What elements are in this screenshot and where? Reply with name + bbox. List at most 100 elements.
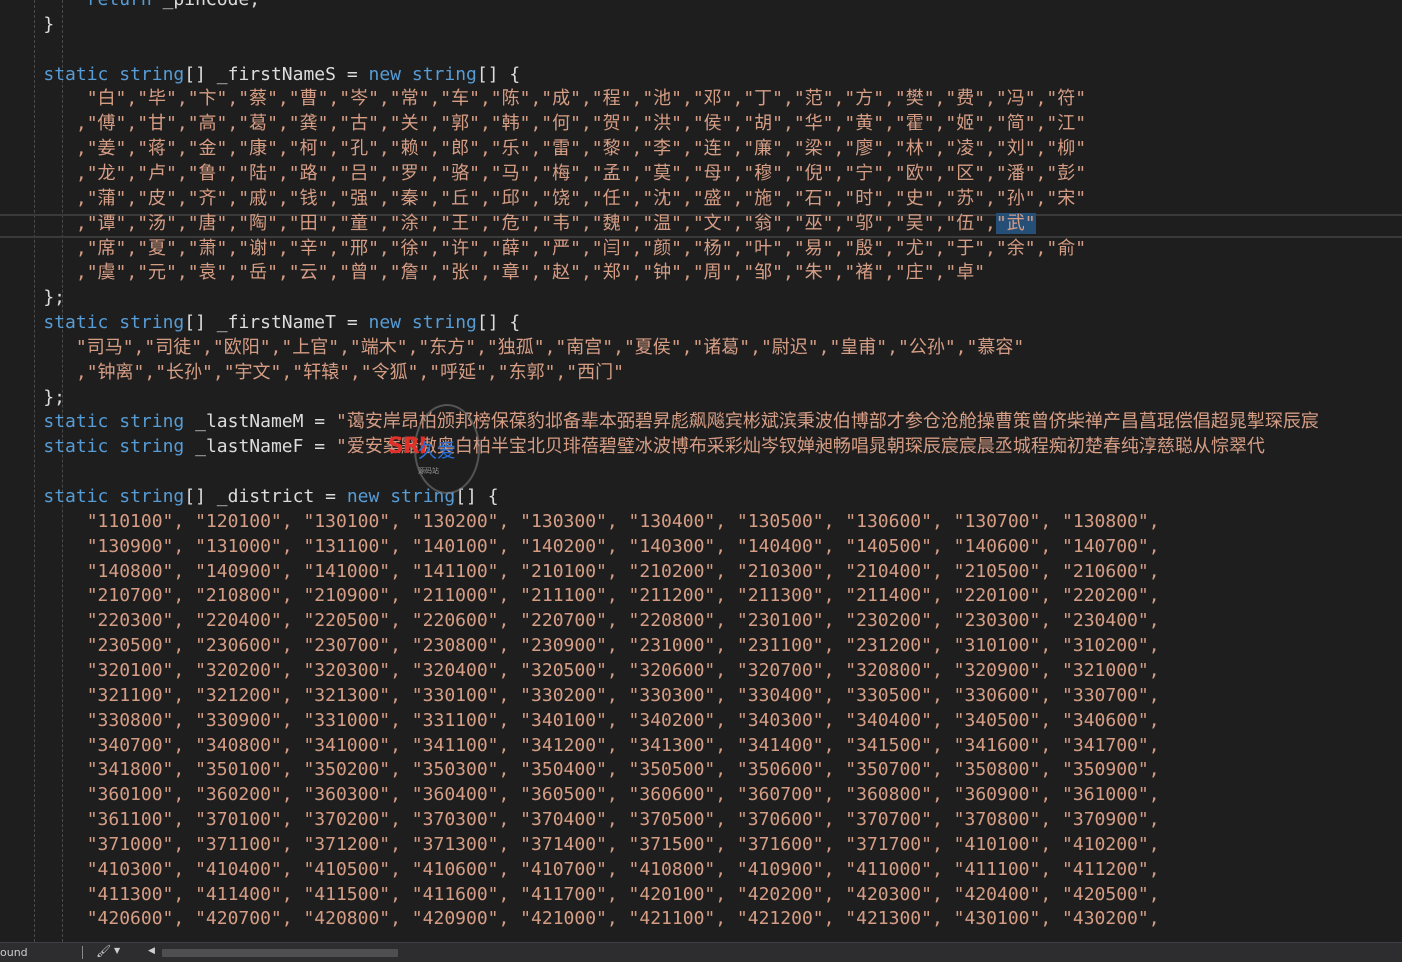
code-line[interactable]: "361100", "370100", "370200", "370300", …: [0, 808, 1160, 832]
broom-icon[interactable]: 🖌: [96, 944, 111, 958]
code-token: "360100", "360200", "360300", "360400", …: [86, 784, 1160, 805]
code-line[interactable]: static string[] _firstNameT = new string…: [0, 311, 520, 335]
code-line[interactable]: "411300", "411400", "411500", "411600", …: [0, 883, 1160, 907]
code-token: "110100", "120100", "130100", "130200", …: [86, 511, 1160, 532]
code-token: string: [119, 436, 185, 457]
code-token: [] _firstNameT =: [184, 312, 369, 333]
code-token: "410300", "410400", "410500", "410600", …: [86, 859, 1160, 880]
code-line[interactable]: ,"虞","元","袁","岳","云","曾","詹","张","章","赵"…: [0, 261, 985, 285]
code-token: string: [390, 486, 456, 507]
code-token: ,"傅","甘","高","葛","龚","古","关","郭","韩","何"…: [75, 113, 1087, 134]
code-line[interactable]: }: [0, 13, 54, 37]
code-line[interactable]: "320100", "320200", "320300", "320400", …: [0, 659, 1160, 683]
code-token: return: [87, 0, 152, 10]
code-token: _lastNameM =: [184, 411, 336, 432]
code-token: "130900", "131000", "131100", "140100", …: [86, 536, 1160, 557]
code-line[interactable]: "230500", "230600", "230700", "230800", …: [0, 634, 1160, 658]
code-token: ,"钟离","长孙","宇文","轩辕","令狐","呼延","东郭","西门": [75, 362, 624, 383]
horizontal-scrollbar-thumb[interactable]: [162, 949, 398, 957]
code-token: new: [368, 64, 402, 85]
code-line[interactable]: "210700", "210800", "210900", "211000", …: [0, 584, 1160, 608]
code-line[interactable]: ,"龙","卢","鲁","陆","路","吕","罗","骆","马","梅"…: [0, 162, 1086, 186]
code-line[interactable]: ,"钟离","长孙","宇文","轩辕","令狐","呼延","东郭","西门": [0, 361, 624, 385]
status-text: ound: [0, 946, 28, 959]
code-token: "420600", "420700", "420800", "420900", …: [86, 908, 1160, 929]
code-line[interactable]: static string[] _district = new string[]…: [0, 485, 499, 509]
code-line[interactable]: "白","毕","卞","蔡","曹","岑","常","车","陈","成",…: [0, 87, 1086, 111]
chevron-down-icon[interactable]: ▼: [114, 946, 120, 955]
code-line[interactable]: static string _lastNameF = "爱安案黯傲奥白柏半宝北贝…: [0, 435, 1264, 459]
code-token: };: [0, 287, 66, 308]
code-line[interactable]: ,"蒲","皮","齐","戚","钱","强","秦","丘","邱","饶"…: [0, 187, 1086, 211]
code-line[interactable]: static string[] _firstNameS = new string…: [0, 63, 520, 87]
code-line[interactable]: };: [0, 286, 65, 310]
code-line[interactable]: "110100", "120100", "130100", "130200", …: [0, 510, 1160, 534]
code-token: [] {: [455, 486, 499, 507]
code-line[interactable]: ,"姜","蒋","金","康","柯","孔","赖","郎","乐","雷"…: [0, 137, 1086, 161]
code-line[interactable]: "330800", "330900", "331000", "331100", …: [0, 709, 1160, 733]
code-line[interactable]: ,"席","夏","萧","谢","辛","邢","徐","许","薛","严"…: [0, 237, 1086, 261]
code-line[interactable]: "340700", "340800", "341000", "341100", …: [0, 734, 1160, 758]
code-token: string: [119, 486, 185, 507]
scroll-left-icon[interactable]: ◀: [148, 946, 155, 956]
status-separator: [82, 946, 83, 959]
code-token: ,"谭","汤","唐","陶","田","童","涂","王","危","韦"…: [75, 213, 996, 234]
code-line[interactable]: ,"谭","汤","唐","陶","田","童","涂","王","危","韦"…: [0, 212, 1036, 236]
code-token: [] {: [476, 312, 521, 333]
code-token: "340700", "340800", "341000", "341100", …: [86, 735, 1160, 756]
code-token: "330800", "330900", "331000", "331100", …: [86, 710, 1160, 731]
code-token: static: [43, 64, 109, 85]
code-token: [] _district =: [184, 486, 347, 507]
code-token: "白","毕","卞","蔡","曹","岑","常","车","陈","成",…: [86, 88, 1087, 109]
code-line[interactable]: "410300", "410400", "410500", "410600", …: [0, 858, 1160, 882]
code-line[interactable]: return _pinCode;: [0, 0, 260, 12]
code-token: "210700", "210800", "210900", "211000", …: [86, 585, 1160, 606]
code-token: ,"姜","蒋","金","康","柯","孔","赖","郎","乐","雷"…: [75, 138, 1087, 159]
code-line[interactable]: "420600", "420700", "420800", "420900", …: [0, 907, 1160, 931]
code-token: }: [0, 14, 55, 35]
code-token: static: [43, 411, 109, 432]
code-line[interactable]: "220300", "220400", "220500", "220600", …: [0, 609, 1160, 633]
status-bar: ound 🖌 ▼ ◀: [0, 942, 1402, 962]
code-line[interactable]: "司马","司徒","欧阳","上官","端木","东方","独孤","南宫",…: [0, 336, 1024, 360]
code-line[interactable]: "130900", "131000", "131100", "140100", …: [0, 535, 1160, 559]
code-token: "341800", "350100", "350200", "350300", …: [86, 759, 1160, 780]
code-line[interactable]: "341800", "350100", "350200", "350300", …: [0, 758, 1160, 782]
code-line[interactable]: "371000", "371100", "371200", "371300", …: [0, 833, 1160, 857]
code-line[interactable]: "140800", "140900", "141000", "141100", …: [0, 560, 1160, 584]
code-line[interactable]: };: [0, 386, 65, 410]
code-token: "140800", "140900", "141000", "141100", …: [86, 561, 1160, 582]
code-line[interactable]: "360100", "360200", "360300", "360400", …: [0, 783, 1160, 807]
code-line[interactable]: static string _lastNameM = "蔼安岸昂柏颁邦榜保葆豹邶…: [0, 410, 1318, 434]
code-line[interactable]: ,"傅","甘","高","葛","龚","古","关","郭","韩","何"…: [0, 112, 1086, 136]
code-line[interactable]: "321100", "321200", "321300", "330100", …: [0, 684, 1160, 708]
code-token: ,"虞","元","袁","岳","云","曾","詹","张","章","赵"…: [75, 262, 986, 283]
code-editor[interactable]: return _pinCode; } static string[] _firs…: [0, 0, 1402, 942]
code-token: "武": [995, 213, 1036, 234]
